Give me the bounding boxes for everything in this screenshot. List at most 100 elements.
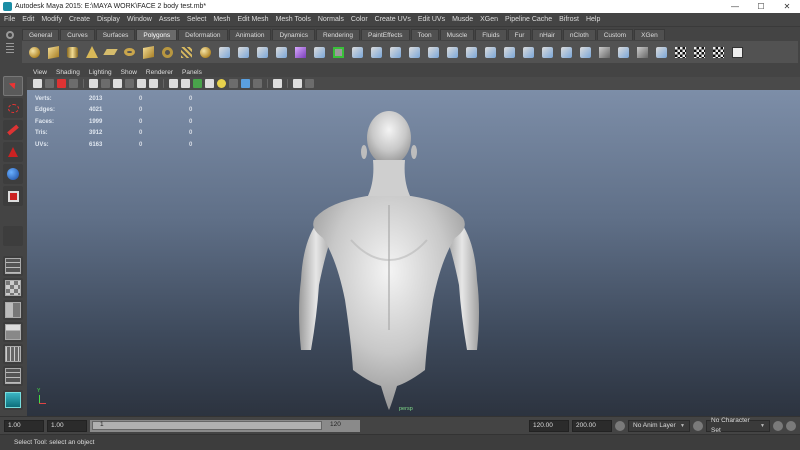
- insert-edge-icon[interactable]: [406, 44, 423, 61]
- extract-icon[interactable]: [254, 44, 271, 61]
- combine-icon[interactable]: [216, 44, 233, 61]
- shelf-tab-polygons[interactable]: Polygons: [136, 29, 178, 40]
- range-slider[interactable]: 1 120: [90, 419, 360, 432]
- last-tool-button[interactable]: [3, 226, 23, 246]
- shelf-tab-general[interactable]: General: [22, 29, 60, 40]
- menu-edit-mesh[interactable]: Edit Mesh: [237, 16, 268, 23]
- menu-normals[interactable]: Normals: [318, 16, 344, 23]
- menu-color[interactable]: Color: [351, 16, 368, 23]
- append-icon[interactable]: [349, 44, 366, 61]
- textured-icon[interactable]: [205, 79, 214, 88]
- poly-soccer-icon[interactable]: [197, 44, 214, 61]
- menu-select[interactable]: Select: [187, 16, 206, 23]
- wireframe-on-shaded-icon[interactable]: [193, 79, 202, 88]
- menu-bifrost[interactable]: Bifrost: [559, 16, 579, 23]
- resolution-gate-icon[interactable]: [113, 79, 122, 88]
- panel-menu-panels[interactable]: Panels: [182, 69, 202, 76]
- camera-select-icon[interactable]: [33, 79, 42, 88]
- wedge-icon[interactable]: [501, 44, 518, 61]
- safe-action-icon[interactable]: [149, 79, 158, 88]
- poly-plane-icon[interactable]: [102, 44, 119, 61]
- isolate-select-icon[interactable]: [273, 79, 282, 88]
- poly-cone-icon[interactable]: [83, 44, 100, 61]
- average-icon[interactable]: [311, 44, 328, 61]
- rotate-tool-button[interactable]: [3, 164, 23, 184]
- shadows-icon[interactable]: [229, 79, 238, 88]
- menu-assets[interactable]: Assets: [159, 16, 180, 23]
- shelf-tab-fluids[interactable]: Fluids: [475, 29, 507, 40]
- layout-persp-graph-button[interactable]: [3, 322, 23, 342]
- gate-mask-icon[interactable]: [125, 79, 134, 88]
- shelf-tab-surfaces[interactable]: Surfaces: [95, 29, 136, 40]
- boolean-icon[interactable]: [292, 44, 309, 61]
- body-mesh[interactable]: [289, 110, 489, 410]
- mirror-icon[interactable]: [634, 44, 651, 61]
- range-handle[interactable]: [92, 420, 322, 430]
- uv-editor-icon[interactable]: [729, 44, 746, 61]
- shelf-tab-custom[interactable]: Custom: [596, 29, 634, 40]
- shelf-tab-curves[interactable]: Curves: [60, 29, 95, 40]
- gear-icon[interactable]: [6, 31, 14, 39]
- quadrangulate-icon[interactable]: [615, 44, 632, 61]
- shelf-tab-nhair[interactable]: nHair: [532, 29, 562, 40]
- shelf-tab-muscle[interactable]: Muscle: [439, 29, 475, 40]
- planar-map-icon[interactable]: [653, 44, 670, 61]
- shelf-options[interactable]: [3, 31, 17, 59]
- cleanup-icon[interactable]: [577, 44, 594, 61]
- layout-two-button[interactable]: [3, 300, 23, 320]
- menu-edit[interactable]: Edit: [22, 16, 34, 23]
- shelf-menu-icon[interactable]: [6, 43, 14, 53]
- menu-create[interactable]: Create: [69, 16, 90, 23]
- poly-pipe-icon[interactable]: [159, 44, 176, 61]
- menu-file[interactable]: File: [4, 16, 15, 23]
- shelf-tab-deformation[interactable]: Deformation: [178, 29, 228, 40]
- panel-menu-renderer[interactable]: Renderer: [146, 69, 173, 76]
- menu-modify[interactable]: Modify: [41, 16, 62, 23]
- move-tool-button[interactable]: [3, 142, 23, 162]
- maximize-button[interactable]: ☐: [748, 2, 774, 11]
- menu-musde[interactable]: Musde: [452, 16, 473, 23]
- panel-menu-shading[interactable]: Shading: [56, 69, 80, 76]
- perspective-viewport[interactable]: Verts: 2013 0 0 Edges: 4021 0 0 Faces: 1999 0 0 Tris…: [27, 90, 800, 416]
- paint-select-tool-button[interactable]: [3, 120, 23, 140]
- menu-mesh-tools[interactable]: Mesh Tools: [276, 16, 311, 23]
- anim-layer-dropdown[interactable]: No Anim Layer ▼: [628, 419, 690, 432]
- xray-icon[interactable]: [293, 79, 302, 88]
- shelf-tab-dynamics[interactable]: Dynamics: [272, 29, 315, 40]
- field-chart-icon[interactable]: [137, 79, 146, 88]
- menu-display[interactable]: Display: [97, 16, 120, 23]
- film-gate-icon[interactable]: [101, 79, 110, 88]
- wireframe-icon[interactable]: [169, 79, 178, 88]
- offset-edge-icon[interactable]: [425, 44, 442, 61]
- merge-icon[interactable]: [482, 44, 499, 61]
- menu-mesh[interactable]: Mesh: [213, 16, 230, 23]
- layout-outliner-button[interactable]: [3, 344, 23, 364]
- menu-pipeline-cache[interactable]: Pipeline Cache: [505, 16, 552, 23]
- scale-tool-button[interactable]: [3, 186, 23, 206]
- shelf-tab-ncloth[interactable]: nCloth: [562, 29, 596, 40]
- lasso-tool-button[interactable]: [3, 98, 23, 118]
- poly-torus-icon[interactable]: [121, 44, 138, 61]
- menu-window[interactable]: Window: [127, 16, 152, 23]
- auto-key-icon[interactable]: [773, 420, 783, 431]
- playback-end-field[interactable]: 120.00: [529, 419, 569, 432]
- fill-hole-icon[interactable]: [368, 44, 385, 61]
- menu-create-uvs[interactable]: Create UVs: [375, 16, 411, 23]
- layout-custom-button[interactable]: [3, 390, 23, 410]
- bevel-icon[interactable]: [444, 44, 461, 61]
- auto-map-icon[interactable]: [710, 44, 727, 61]
- minimize-button[interactable]: —: [722, 2, 748, 11]
- smooth-shade-icon[interactable]: [181, 79, 190, 88]
- playback-start-field[interactable]: 1.00: [47, 419, 87, 432]
- poly-cylinder-icon[interactable]: [64, 44, 81, 61]
- shelf-tab-animation[interactable]: Animation: [228, 29, 272, 40]
- smooth-icon[interactable]: [273, 44, 290, 61]
- camera-attributes-icon[interactable]: [45, 79, 54, 88]
- xray-joints-icon[interactable]: [305, 79, 314, 88]
- poly-sphere-icon[interactable]: [26, 44, 43, 61]
- end-time-field[interactable]: 200.00: [572, 419, 612, 432]
- start-time-field[interactable]: 1.00: [4, 419, 44, 432]
- motion-blur-icon[interactable]: [253, 79, 262, 88]
- close-button[interactable]: ✕: [774, 2, 800, 11]
- layout-hypershade-button[interactable]: [3, 366, 23, 386]
